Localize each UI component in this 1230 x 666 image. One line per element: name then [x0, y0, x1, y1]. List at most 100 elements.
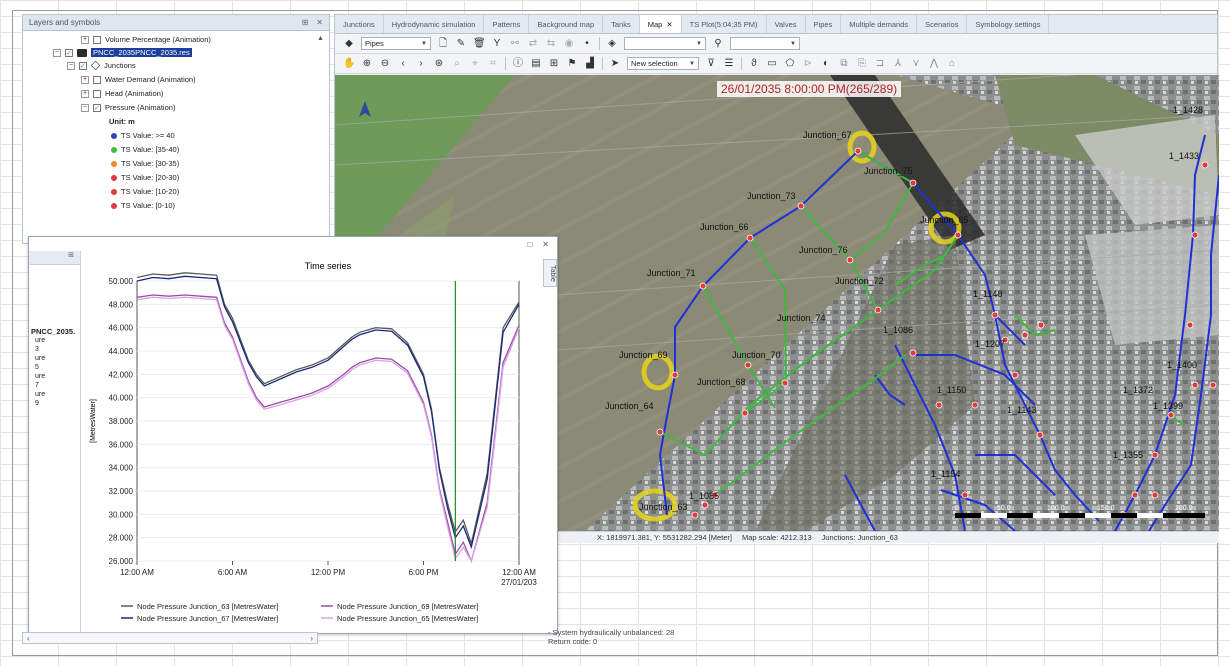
- expand-icon[interactable]: +: [81, 89, 89, 98]
- search-icon[interactable]: ⚲: [712, 38, 724, 50]
- zoom-out-icon[interactable]: ⊖: [379, 58, 391, 70]
- checkbox[interactable]: [93, 75, 101, 84]
- network-icon[interactable]: ⋀: [928, 58, 940, 70]
- tab-hydrodynamic-simulation[interactable]: Hydrodynamic simulation: [384, 15, 485, 33]
- zoom-in-icon[interactable]: ⊕: [361, 58, 373, 70]
- checkbox[interactable]: [93, 89, 101, 98]
- scroll-right-icon[interactable]: ›: [310, 634, 313, 643]
- link-icon[interactable]: ⚯: [509, 38, 521, 50]
- zoom-selection-icon[interactable]: ⌗: [487, 58, 499, 70]
- list-icon[interactable]: ☰: [723, 58, 735, 70]
- scroll-left-icon[interactable]: ‹: [27, 634, 30, 643]
- crosshair-icon[interactable]: ⊞: [548, 58, 560, 70]
- tree-item-water-demand[interactable]: + Water Demand (Animation): [81, 73, 196, 86]
- info-icon[interactable]: ⓘ: [512, 58, 524, 70]
- contrast-icon[interactable]: ◐: [820, 58, 832, 70]
- time-series-chart[interactable]: Time series 50.000 48.000 46.000 44.000 42.00…: [81, 251, 543, 635]
- tab-pipes[interactable]: Pipes: [806, 15, 842, 33]
- tank-icon[interactable]: ⌂: [946, 58, 958, 70]
- new-document-icon[interactable]: 🗋: [437, 38, 449, 50]
- tree-item-junctions[interactable]: − ✓ Junctions: [67, 59, 136, 72]
- toolbar-separator: [505, 57, 506, 70]
- sidebar-row[interactable]: 9: [35, 399, 80, 408]
- flag-icon[interactable]: ⚑: [566, 58, 578, 70]
- tree-item-head[interactable]: + Head (Animation): [81, 87, 163, 100]
- connect-icon[interactable]: ⇄: [527, 38, 539, 50]
- select-arrow-icon[interactable]: ➤: [609, 58, 621, 70]
- layers-icon[interactable]: ◆: [343, 38, 355, 50]
- legend-dot-icon: [111, 202, 117, 209]
- tree-item-volume[interactable]: + Volume Percentage (Animation): [81, 33, 211, 46]
- clear-select-icon[interactable]: ⊳: [802, 58, 814, 70]
- copy-icon[interactable]: ⧉: [838, 58, 850, 70]
- branch-icon[interactable]: ⋎: [910, 58, 922, 70]
- expand-icon[interactable]: +: [81, 75, 89, 84]
- close-icon[interactable]: ✕: [542, 240, 549, 249]
- sidebar-row[interactable]: ure: [35, 372, 80, 381]
- rectangle-select-icon[interactable]: ▭: [766, 58, 778, 70]
- map-label-1-1355: 1_1355: [1113, 450, 1143, 460]
- zoom-extent-icon[interactable]: ⌕: [451, 58, 463, 70]
- layer-select[interactable]: Pipes ▼: [361, 37, 431, 50]
- globe-icon[interactable]: ⊛: [433, 58, 445, 70]
- horizontal-scrollbar[interactable]: ‹ ›: [22, 632, 318, 644]
- delete-icon[interactable]: 🗑: [473, 38, 486, 50]
- collapse-icon[interactable]: −: [67, 61, 75, 70]
- node-icon[interactable]: •: [581, 38, 593, 50]
- sidebar-row[interactable]: 7: [35, 381, 80, 390]
- checkbox[interactable]: ✓: [79, 61, 87, 70]
- sidebar-row[interactable]: ure: [35, 354, 80, 363]
- sidebar-pin-icon[interactable]: ⊞: [29, 251, 80, 265]
- maximize-icon[interactable]: □: [527, 240, 532, 249]
- expand-icon[interactable]: +: [81, 35, 89, 44]
- back-icon[interactable]: ‹: [397, 58, 409, 70]
- zoom-layer-icon[interactable]: ⌖: [469, 58, 481, 70]
- stack-icon[interactable]: ◈: [606, 38, 618, 50]
- tab-patterns[interactable]: Patterns: [484, 15, 530, 33]
- lasso-icon[interactable]: ϑ: [748, 58, 760, 70]
- filter-icon[interactable]: ⊽: [705, 58, 717, 70]
- selection-mode-select[interactable]: New selection ▼: [627, 57, 699, 70]
- camera-icon[interactable]: ◉: [563, 38, 575, 50]
- node-trace-icon[interactable]: ⅄: [892, 58, 904, 70]
- checkbox[interactable]: ✓: [65, 48, 73, 57]
- table-side-tab[interactable]: Table: [543, 259, 557, 287]
- tree-item-pressure[interactable]: − ✓ Pressure (Animation): [81, 101, 175, 114]
- close-icon[interactable]: ✕: [316, 18, 323, 27]
- scroll-up-icon[interactable]: ▲: [317, 35, 325, 43]
- search-select[interactable]: ▼: [730, 37, 800, 50]
- tab-valves[interactable]: Valves: [767, 15, 806, 33]
- sidebar-row[interactable]: 5: [35, 363, 80, 372]
- checkbox[interactable]: [93, 35, 101, 44]
- close-tab-icon[interactable]: ✕: [666, 20, 672, 29]
- sidebar-row[interactable]: 3: [35, 345, 80, 354]
- chart-icon[interactable]: ▟: [584, 58, 596, 70]
- forward-icon[interactable]: ›: [415, 58, 427, 70]
- paste-icon[interactable]: ⎘: [856, 58, 868, 70]
- pin-icon[interactable]: ⊞: [302, 18, 309, 27]
- map-label-1-1399: 1_1399: [1153, 401, 1183, 411]
- tab-symbology-settings[interactable]: Symbology settings: [967, 15, 1050, 33]
- filter-select[interactable]: ▼: [624, 37, 706, 50]
- trace-icon[interactable]: ⊐: [874, 58, 886, 70]
- pan-hand-icon[interactable]: ✋: [343, 58, 355, 70]
- sidebar-row[interactable]: ure: [35, 390, 80, 399]
- tab-multiple-demands[interactable]: Multiple demands: [841, 15, 918, 33]
- map-label-junction-66: Junction_66: [700, 222, 749, 232]
- table-icon[interactable]: ▤: [530, 58, 542, 70]
- tab-scenarios[interactable]: Scenarios: [917, 15, 968, 33]
- disconnect-icon[interactable]: ⇆: [545, 38, 557, 50]
- sidebar-row[interactable]: ure: [35, 336, 80, 345]
- tab-ts-plot-5-04-35-pm[interactable]: TS Plot(5:04:35 PM): [682, 15, 767, 33]
- collapse-icon[interactable]: −: [53, 48, 61, 57]
- edit-pencil-icon[interactable]: ✎: [455, 38, 467, 50]
- tab-background-map[interactable]: Background map: [529, 15, 604, 33]
- collapse-icon[interactable]: −: [81, 103, 89, 112]
- polygon-select-icon[interactable]: ⬠: [784, 58, 796, 70]
- tree-item-res-file[interactable]: − ✓ PNCC_2035PNCC_2035.res: [53, 46, 192, 59]
- split-icon[interactable]: Y: [491, 38, 503, 50]
- tab-junctions[interactable]: Junctions: [335, 15, 384, 33]
- tab-map[interactable]: Map ✕: [639, 15, 682, 33]
- checkbox[interactable]: ✓: [93, 103, 101, 112]
- tab-tanks[interactable]: Tanks: [603, 15, 640, 33]
